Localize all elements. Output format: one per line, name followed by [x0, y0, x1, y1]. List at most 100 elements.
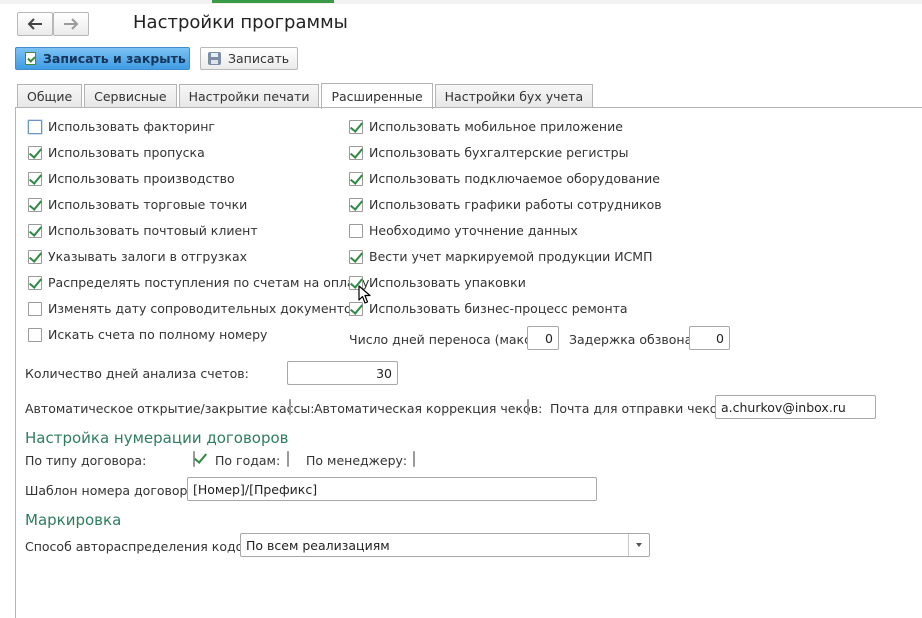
chevron-down-icon[interactable] [628, 534, 649, 556]
deposits-option[interactable]: Указывать залоги в отгрузках [28, 249, 247, 264]
sales-points-checkbox[interactable] [28, 197, 42, 212]
code-distribution-value: По всем реализациям [246, 537, 390, 553]
repair-process-option[interactable]: Использовать бизнес-процесс ремонта [349, 301, 628, 316]
packaging-option[interactable]: Использовать упаковки [349, 275, 526, 290]
receipt-email-label: Почта для отправки чеков: [550, 401, 730, 416]
sales-points-option[interactable]: Использовать торговые точки [28, 197, 247, 212]
window-top-strip [0, 0, 922, 4]
contract-template-label: Шаблон номера договора: [25, 483, 200, 498]
connected-equipment-checkbox[interactable] [349, 171, 363, 186]
back-button[interactable] [17, 12, 53, 36]
passes-option[interactable]: Использовать пропуска [28, 145, 205, 160]
analysis-days-label: Количество дней анализа счетов: [25, 366, 249, 381]
tab-service[interactable]: Сервисные [84, 84, 177, 108]
ismp-marking-option[interactable]: Вести учет маркируемой продукции ИСМП [349, 249, 652, 264]
full-number-search-checkbox[interactable] [28, 327, 42, 342]
auto-receipt-checkbox[interactable] [527, 399, 529, 415]
save-and-close-label: Записать и закрыть [43, 51, 186, 66]
ismp-marking-checkbox[interactable] [349, 249, 363, 264]
transfer-days-label: Число дней переноса (макс): [349, 332, 541, 347]
contract-template-input[interactable]: [Номер]/[Префикс] [187, 477, 597, 501]
distribute-receipts-label: Распределять поступления по счетам на оп… [48, 275, 370, 290]
mobile-app-option[interactable]: Использовать мобильное приложение [349, 119, 623, 134]
panel-left-border [15, 107, 16, 618]
work-schedules-option[interactable]: Использовать графики работы сотрудников [349, 197, 662, 212]
document-check-icon [25, 52, 36, 65]
tab-print-settings[interactable]: Настройки печати [178, 84, 320, 108]
receipt-email-input[interactable]: a.churkov@inbox.ru [715, 395, 876, 419]
work-schedules-checkbox[interactable] [349, 197, 363, 212]
tab-advanced[interactable]: Расширенные [321, 83, 433, 109]
tab-general[interactable]: Общие [17, 84, 83, 108]
factoring-checkbox[interactable] [28, 119, 42, 134]
tab-label: Настройки бух учета [444, 89, 584, 104]
tab-panel-border [15, 107, 922, 108]
call-delay-label: Задержка обзвона: [569, 332, 697, 347]
code-distribution-label: Способ автораспределения кодов: [25, 539, 255, 554]
active-window-tab-indicator [212, 0, 334, 3]
floppy-disk-icon [208, 52, 221, 65]
tab-label: Сервисные [94, 89, 167, 104]
connected-equipment-label: Использовать подключаемое оборудование [369, 171, 660, 186]
production-checkbox[interactable] [28, 171, 42, 186]
auto-cash-label: Автоматическое открытие/закрытие кассы: [25, 401, 315, 416]
transfer-days-input[interactable]: 0 [527, 326, 559, 350]
forward-button[interactable] [53, 12, 89, 36]
change-doc-date-option[interactable]: Изменять дату сопроводительных документо… [28, 301, 359, 316]
accounting-registers-label: Использовать бухгалтерские регистры [369, 145, 629, 160]
full-number-search-label: Искать счета по полному номеру [48, 327, 268, 342]
accounting-registers-checkbox[interactable] [349, 145, 363, 160]
change-doc-date-label: Изменять дату сопроводительных документо… [48, 301, 360, 316]
passes-checkbox[interactable] [28, 145, 42, 160]
code-distribution-select[interactable]: По всем реализациям [240, 533, 650, 557]
factoring-option[interactable]: Использовать факторинг [28, 119, 215, 134]
work-schedules-label: Использовать графики работы сотрудников [369, 197, 662, 212]
data-clarification-option[interactable]: Необходимо уточнение данных [349, 223, 578, 238]
call-delay-input[interactable]: 0 [689, 326, 730, 350]
page-title: Настройки программы [133, 12, 348, 33]
distribute-receipts-checkbox[interactable] [28, 275, 42, 290]
tab-label: Расширенные [331, 89, 423, 104]
accounting-registers-option[interactable]: Использовать бухгалтерские регистры [349, 145, 628, 160]
deposits-label: Указывать залоги в отгрузках [48, 249, 248, 264]
tab-label: Общие [27, 89, 73, 104]
contract-numbering-header: Настройка нумерации договоров [25, 429, 289, 447]
save-and-close-button[interactable]: Записать и закрыть [15, 47, 190, 70]
by-manager-label: По менеджеру: [306, 453, 408, 468]
mail-client-label: Использовать почтовый клиент [48, 223, 258, 238]
auto-cash-checkbox[interactable] [289, 399, 291, 415]
distribute-receipts-option[interactable]: Распределять поступления по счетам на оп… [28, 275, 369, 290]
ismp-marking-label: Вести учет маркируемой продукции ИСМП [369, 249, 653, 264]
repair-process-label: Использовать бизнес-процесс ремонта [369, 301, 628, 316]
sales-points-label: Использовать торговые точки [48, 197, 248, 212]
deposits-checkbox[interactable] [28, 249, 42, 264]
production-option[interactable]: Использовать производство [28, 171, 235, 186]
by-year-label: По годам: [215, 453, 281, 468]
change-doc-date-checkbox[interactable] [28, 301, 42, 316]
data-clarification-label: Необходимо уточнение данных [369, 223, 578, 238]
production-label: Использовать производство [48, 171, 235, 186]
tab-accounting-settings[interactable]: Настройки бух учета [434, 84, 594, 108]
full-number-search-option[interactable]: Искать счета по полному номеру [28, 327, 267, 342]
by-type-checkbox[interactable] [193, 451, 195, 467]
connected-equipment-option[interactable]: Использовать подключаемое оборудование [349, 171, 660, 186]
save-button[interactable]: Записать [200, 47, 298, 70]
arrow-right-icon [64, 18, 79, 30]
packaging-label: Использовать упаковки [369, 275, 526, 290]
mail-client-checkbox[interactable] [28, 223, 42, 238]
tab-label: Настройки печати [188, 89, 310, 104]
analysis-days-input[interactable]: 30 [287, 361, 398, 385]
mouse-cursor-icon [358, 285, 371, 304]
save-label: Записать [228, 51, 290, 66]
mobile-app-checkbox[interactable] [349, 119, 363, 134]
by-type-label: По типу договора: [25, 453, 147, 468]
by-year-checkbox[interactable] [287, 451, 289, 467]
factoring-label: Использовать факторинг [48, 119, 215, 134]
mobile-app-label: Использовать мобильное приложение [369, 119, 623, 134]
by-manager-checkbox[interactable] [413, 451, 415, 467]
arrow-left-icon [27, 18, 42, 30]
mail-client-option[interactable]: Использовать почтовый клиент [28, 223, 258, 238]
marking-header: Маркировка [25, 511, 122, 529]
auto-receipt-label: Автоматическая коррекция чеков: [314, 401, 543, 416]
data-clarification-checkbox[interactable] [349, 223, 363, 238]
